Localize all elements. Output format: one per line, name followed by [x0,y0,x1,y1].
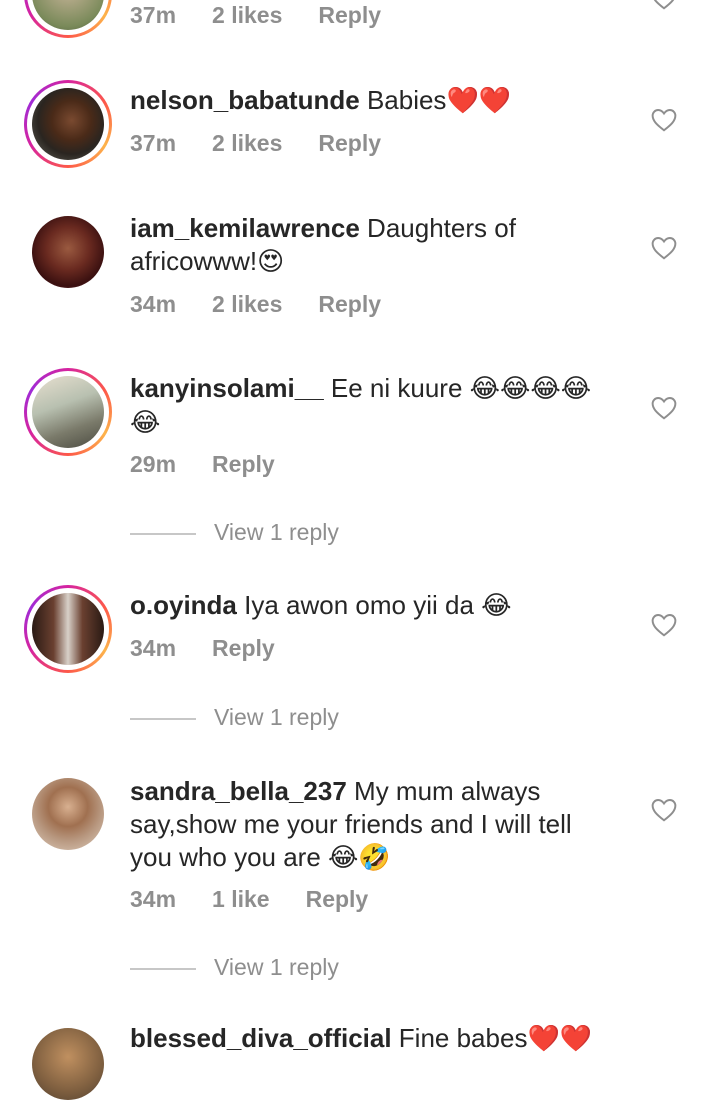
divider [130,968,196,970]
comment-text: Ee ni kuure [330,373,463,403]
comment-time: 34m [130,886,177,912]
comment-time: 29m [130,451,177,477]
comment-emoji: 😂🤣 [328,843,391,873]
heart-outline-icon[interactable] [651,0,677,10]
avatar[interactable] [24,585,112,673]
divider [130,718,196,720]
comment-meta: 29m Reply [130,451,311,478]
comment-meta: 34m 1 like Reply [130,886,404,913]
reply-button[interactable]: Reply [306,886,369,913]
comment-meta: 37m 2 likes Reply [130,130,417,157]
comment-likes[interactable]: 2 likes [212,130,282,157]
comment-likes[interactable]: 2 likes [212,291,282,318]
comment-emoji: 😂 [481,591,512,621]
avatar[interactable] [32,1028,104,1100]
comment-username[interactable]: o.oyinda [130,590,237,620]
comment-body: sandra_bella_237 My mum always say,show … [130,775,620,875]
comment-likes[interactable]: 2 likes [212,2,282,29]
comment-time: 37m [130,130,177,156]
comment-meta: 34m 2 likes Reply [130,291,417,318]
comment-text: Babies [366,85,447,115]
view-replies-label[interactable]: View 1 reply [214,519,339,546]
view-replies-label[interactable]: View 1 reply [214,704,339,731]
comment-username[interactable]: iam_kemilawrence [130,213,360,243]
reply-button[interactable]: Reply [318,130,381,157]
avatar[interactable] [32,216,104,288]
comment-body: nelson_babatunde Babies❤️❤️ [130,84,620,118]
comment-emoji: ❤️❤️ [527,1024,593,1054]
comment-username[interactable]: sandra_bella_237 [130,776,347,806]
comment-text: Iya awon omo yii da [244,590,474,620]
comment-time: 37m [130,2,177,28]
reply-button[interactable]: Reply [318,2,381,29]
reply-button[interactable]: Reply [318,291,381,318]
view-replies-label[interactable]: View 1 reply [214,954,339,981]
comment-username[interactable]: nelson_babatunde [130,85,360,115]
reply-button[interactable]: Reply [212,635,275,662]
comment-body: o.oyinda Iya awon omo yii da 😂 [130,589,620,623]
comment-time: 34m [130,635,177,661]
comment-meta: 34m Reply [130,635,311,662]
comment-meta: 37m 2 likes Reply [130,2,417,29]
comment-emoji: 😍 [257,247,285,277]
avatar[interactable] [24,0,112,38]
heart-outline-icon[interactable] [651,396,677,420]
comment-body: iam_kemilawrence Daughters of africowww!… [130,212,550,279]
heart-outline-icon[interactable] [651,108,677,132]
comment-username[interactable]: kanyinsolami__ [130,373,324,403]
comment-likes[interactable]: 1 like [212,886,270,913]
heart-outline-icon[interactable] [651,613,677,637]
reply-button[interactable]: Reply [212,451,275,478]
divider [130,533,196,535]
heart-outline-icon[interactable] [651,798,677,822]
comment-time: 34m [130,291,177,317]
heart-outline-icon[interactable] [651,236,677,260]
comment-body: blessed_diva_official Fine babes❤️❤️ [130,1022,620,1056]
avatar[interactable] [24,80,112,168]
avatar[interactable] [32,778,104,850]
avatar[interactable] [24,368,112,456]
comment-emoji: ❤️❤️ [446,86,512,116]
comment-body: kanyinsolami__ Ee ni kuure 😂😂😂😂😂 [130,372,620,440]
